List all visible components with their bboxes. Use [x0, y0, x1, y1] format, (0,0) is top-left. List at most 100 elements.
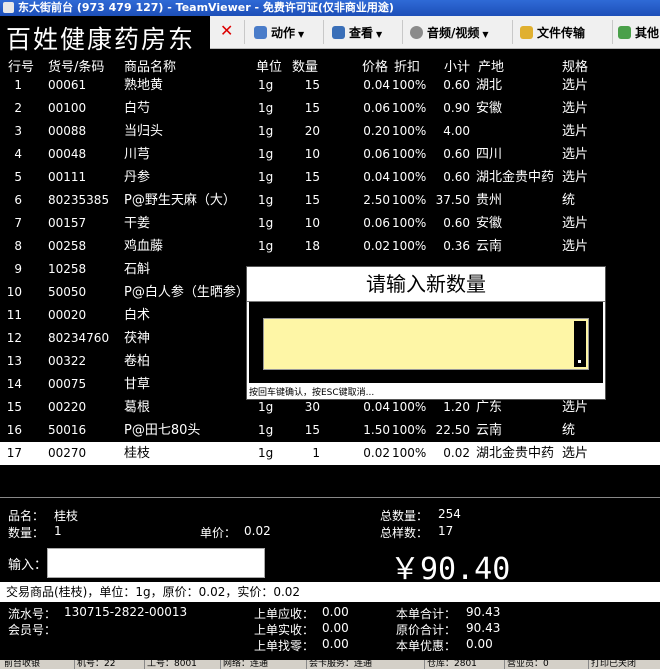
cell-subtotal: 0.60 — [443, 170, 470, 184]
cell-subtotal: 37.50 — [435, 193, 470, 207]
col-header-spec: 规格 — [562, 60, 589, 75]
cell-subtotal: 22.50 — [435, 423, 470, 437]
folder-icon — [520, 26, 533, 39]
table-row[interactable]: 1 00061 熟地黄 1g 15 0.04 100% 0.60 湖北 选片 — [0, 74, 660, 97]
cell-row-no: 7 — [14, 216, 22, 230]
close-session-icon[interactable]: ✕ — [220, 21, 233, 40]
text-cursor — [574, 321, 586, 367]
cell-code: 00061 — [48, 78, 87, 92]
status-operator: 工号：8001 — [144, 660, 197, 669]
prev-change-label: 上单找零： — [254, 639, 315, 653]
window-title: 东大街前台 (973 479 127) - TeamViewer - 免费许可证… — [18, 1, 394, 14]
cell-origin: 四川 — [476, 147, 503, 162]
cell-subtotal: 0.36 — [443, 239, 470, 253]
input-label: 输入： — [8, 558, 48, 573]
cell-row-no: 3 — [14, 124, 22, 138]
item-qty-value: 1 — [54, 524, 62, 538]
table-row[interactable]: 8 00258 鸡血藤 1g 18 0.02 100% 0.36 云南 选片 — [0, 235, 660, 258]
col-header-subtotal: 小计 — [444, 60, 471, 75]
dialog-body — [249, 302, 603, 383]
cell-spec: 统 — [562, 193, 576, 208]
cell-subtotal: 0.60 — [443, 147, 470, 161]
item-name-value: 桂枝 — [54, 509, 79, 523]
view-label: 查看 — [349, 26, 374, 40]
cell-row-no: 14 — [6, 377, 22, 391]
cell-origin: 贵州 — [476, 193, 503, 208]
cell-unit: 1g — [258, 446, 274, 460]
cell-origin: 湖北 — [476, 78, 503, 93]
quantity-dialog: 请输入新数量 按回车键确认，按ESC键取消... — [246, 266, 606, 400]
cell-row-no: 1 — [14, 78, 22, 92]
cell-qty: 15 — [304, 423, 320, 437]
more-menu[interactable]: 其他 — [618, 24, 659, 41]
cell-subtotal: 4.00 — [443, 124, 470, 138]
total-kinds-value: 17 — [438, 524, 454, 538]
actions-menu[interactable]: 动作 ▼ — [254, 24, 304, 41]
col-header-unit: 单位 — [256, 60, 283, 75]
cell-unit: 1g — [258, 423, 274, 437]
chevron-down-icon: ▼ — [298, 30, 305, 39]
cell-spec: 选片 — [562, 124, 589, 139]
store-name: 百姓健康药房东 — [6, 25, 196, 54]
table-row[interactable]: 3 00088 当归头 1g 20 0.20 100% 4.00 选片 — [0, 120, 660, 143]
cell-name: 石斛 — [124, 262, 151, 277]
cell-name: 白术 — [124, 308, 151, 323]
cell-unit: 1g — [258, 101, 274, 115]
cell-name: P@野生天麻（大） — [124, 193, 236, 208]
table-row[interactable]: 7 00157 干姜 1g 10 0.06 100% 0.60 安徽 选片 — [0, 212, 660, 235]
teamviewer-toolbar: ✕ 动作 ▼ 查看 ▼ 音频/视频 ▼ 文件传输 其他 — [210, 16, 660, 49]
table-row[interactable]: 17 00270 桂枝 1g 1 0.02 100% 0.02 湖北金贵中药 选片 — [0, 442, 660, 465]
cell-code: 80234760 — [48, 331, 110, 345]
col-header-name: 商品名称 — [124, 60, 177, 75]
orig-total-value: 90.43 — [466, 621, 501, 635]
cell-price: 0.04 — [363, 170, 390, 184]
serial-label: 流水号： — [8, 607, 57, 621]
table-row[interactable]: 5 00111 丹参 1g 15 0.04 100% 0.60 湖北金贵中药 选片 — [0, 166, 660, 189]
cell-price: 1.50 — [363, 423, 390, 437]
table-row[interactable]: 4 00048 川芎 1g 10 0.06 100% 0.60 四川 选片 — [0, 143, 660, 166]
cell-unit: 1g — [258, 216, 274, 230]
item-detail-panel: 品名： 桂枝 数量： 1 单价： 0.02 总数量： 254 总样数： 17 — [0, 503, 660, 541]
cell-origin: 湖北金贵中药 — [476, 170, 555, 185]
cell-name: 川芎 — [124, 147, 151, 162]
cell-spec: 选片 — [562, 239, 589, 254]
file-transfer-button[interactable]: 文件传输 — [520, 24, 585, 41]
audio-video-menu[interactable]: 音频/视频 ▼ — [410, 24, 489, 41]
status-machine: 机号：22 — [74, 660, 115, 669]
cell-qty: 15 — [304, 193, 320, 207]
cell-code: 00157 — [48, 216, 87, 230]
cell-row-no: 9 — [14, 262, 22, 276]
total-qty-label: 总数量： — [380, 509, 429, 523]
dialog-title: 请输入新数量 — [247, 267, 605, 302]
barcode-input[interactable] — [47, 548, 265, 578]
cell-name: P@白人参（生晒参） — [124, 285, 249, 300]
member-label: 会员号： — [8, 623, 57, 637]
table-row[interactable]: 16 50016 P@田七80头 1g 15 1.50 100% 22.50 云南统 — [0, 419, 660, 442]
cell-price: 0.02 — [363, 239, 390, 253]
cur-total-value: 90.43 — [466, 605, 501, 619]
col-header-discount: 折扣 — [394, 60, 421, 75]
status-print: 打印已关闭 — [588, 660, 636, 669]
serial-value: 130715-2822-00013 — [64, 605, 188, 619]
table-row[interactable]: 2 00100 白芍 1g 15 0.06 100% 0.90 安徽 选片 — [0, 97, 660, 120]
new-quantity-input[interactable] — [263, 318, 589, 370]
section-divider — [0, 497, 660, 498]
pos-header: 百姓健康药房东 — [0, 16, 210, 54]
cell-qty: 15 — [304, 101, 320, 115]
view-menu[interactable]: 查看 ▼ — [332, 24, 382, 41]
cell-origin: 安徽 — [476, 216, 503, 231]
cell-name: 当归头 — [124, 124, 164, 139]
cell-name: 甘草 — [124, 377, 151, 392]
table-row[interactable]: 6 80235385 P@野生天麻（大） 1g 15 2.50 100% 37.50 贵州统 — [0, 189, 660, 212]
cell-row-no: 12 — [6, 331, 22, 345]
prev-paid-value: 0.00 — [322, 621, 349, 635]
cell-row-no: 17 — [6, 446, 22, 460]
file-transfer-label: 文件传输 — [537, 26, 586, 40]
cell-code: 00100 — [48, 101, 87, 115]
gear-icon — [254, 26, 267, 39]
cell-row-no: 16 — [6, 423, 22, 437]
status-mode: 前台收银 — [4, 660, 41, 669]
cell-price: 2.50 — [363, 193, 390, 207]
cell-origin: 云南 — [476, 423, 503, 438]
cell-subtotal: 0.02 — [443, 446, 470, 460]
